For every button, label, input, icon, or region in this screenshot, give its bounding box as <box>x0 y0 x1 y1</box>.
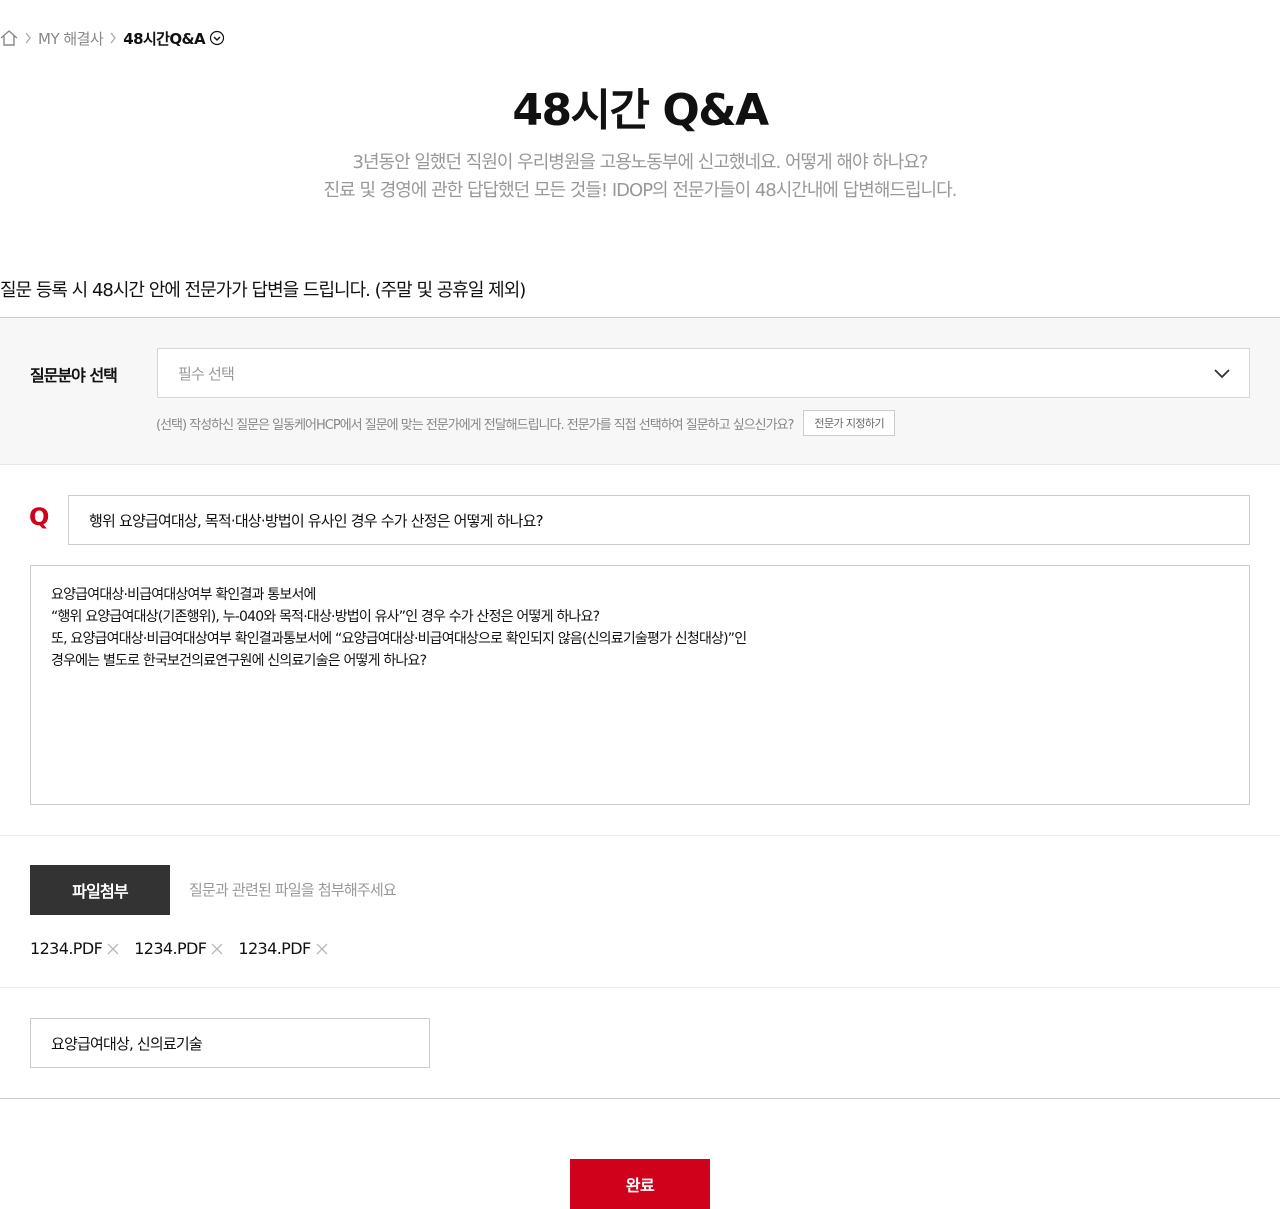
category-hint-text: (선택) 작성하신 질문은 일동케어HCP에서 질문에 맞는 전문가에게 전달해… <box>156 417 794 433</box>
home-icon[interactable] <box>0 29 18 47</box>
page-title: 48시간 Q&A <box>512 85 769 136</box>
attached-file: 1234.PDF <box>30 939 120 958</box>
page-description-line: 진료 및 경영에 관한 답답했던 모든 것들! IDOP의 전문가들이 48시간… <box>323 180 958 201</box>
question-body-line: 요양급여대상·비급여대상여부 확인결과 통보서에 <box>51 587 316 603</box>
chevron-down-circle-icon[interactable] <box>209 30 225 46</box>
question-body-line: “행위 요양급여대상(기존행위), 누-040와 목적·대상·방법이 유사”인 … <box>51 609 600 625</box>
attached-file-name: 1234.PDF <box>134 939 207 958</box>
page-description-line: 3년동안 일했던 직원이 우리병원을 고용노동부에 신고했네요. 어떻게 해야 … <box>352 152 929 173</box>
question-body-textarea[interactable]: 요양급여대상·비급여대상여부 확인결과 통보서에 “행위 요양급여대상(기존행위… <box>30 565 1250 805</box>
chevron-right-icon <box>103 29 123 47</box>
divider <box>0 835 1280 836</box>
submit-button[interactable]: 완료 <box>570 1159 710 1209</box>
chevron-down-icon <box>1214 369 1230 379</box>
close-icon[interactable] <box>106 942 120 956</box>
category-section: 질문분야 선택 필수 선택 (선택) 작성하신 질문은 일동케어HCP에서 질문… <box>0 317 1280 465</box>
question-title-input[interactable] <box>68 495 1250 545</box>
attach-file-button[interactable]: 파일첨부 <box>30 865 170 915</box>
divider <box>0 987 1280 988</box>
attached-file-name: 1234.PDF <box>238 939 311 958</box>
assign-expert-button[interactable]: 전문가 지정하기 <box>803 410 895 436</box>
question-body-line: 경우에는 별도로 한국보건의료연구원에 신의료기술은 어떻게 하나요? <box>51 653 427 669</box>
tag-input[interactable] <box>30 1018 430 1068</box>
attached-file: 1234.PDF <box>134 939 224 958</box>
close-icon[interactable] <box>315 942 329 956</box>
attached-file-list: 1234.PDF 1234.PDF 1234.PDF <box>30 939 343 958</box>
attached-file-name: 1234.PDF <box>30 939 103 958</box>
breadcrumb-item-my-solver[interactable]: MY 해결사 <box>38 28 104 49</box>
category-hint: (선택) 작성하신 질문은 일동케어HCP에서 질문에 맞는 전문가에게 전달해… <box>156 410 895 436</box>
close-icon[interactable] <box>210 942 224 956</box>
attach-hint: 질문과 관련된 파일을 첨부해주세요 <box>189 881 397 899</box>
category-select-value: 필수 선택 <box>178 364 235 383</box>
breadcrumb-item-current[interactable]: 48시간Q&A <box>123 28 205 49</box>
question-mark: Q <box>29 503 50 531</box>
page-description: 3년동안 일했던 직원이 우리병원을 고용노동부에 신고했네요. 어떻게 해야 … <box>0 149 1280 205</box>
category-label: 질문분야 선택 <box>30 366 118 385</box>
divider <box>0 1098 1280 1099</box>
attached-file: 1234.PDF <box>238 939 328 958</box>
chevron-right-icon <box>18 29 38 47</box>
question-body-line: 또, 요양급여대상·비급여대상여부 확인결과통보서에 “요양급여대상·비급여대상… <box>51 631 747 647</box>
category-select[interactable]: 필수 선택 <box>157 348 1250 398</box>
notice-text: 질문 등록 시 48시간 안에 전문가가 답변을 드립니다. (주말 및 공휴일… <box>0 280 526 301</box>
breadcrumb: MY 해결사 48시간Q&A <box>0 27 225 49</box>
